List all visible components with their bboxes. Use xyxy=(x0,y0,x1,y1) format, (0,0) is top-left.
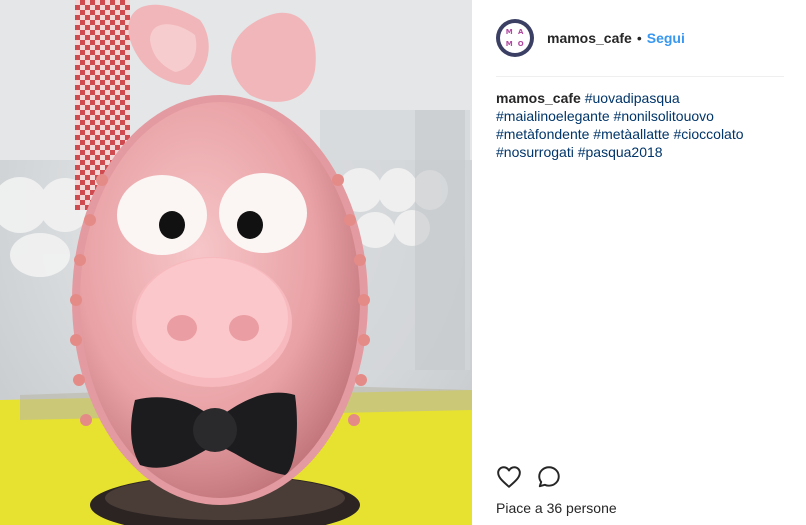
chocolate-pig-egg-image xyxy=(0,0,472,525)
hashtag-link[interactable]: #metàfondente xyxy=(496,126,589,142)
post-caption: mamos_cafe #uovadipasqua #maialinoelegan… xyxy=(496,89,776,161)
avatar-letter: M xyxy=(505,28,513,37)
separator-dot: • xyxy=(636,30,642,46)
avatar-logo: M A M O xyxy=(500,23,530,53)
hashtag-link[interactable]: #nosurrogati xyxy=(496,144,574,160)
post-photo[interactable] xyxy=(0,0,472,525)
username-link[interactable]: mamos_cafe xyxy=(547,30,632,46)
hashtag-link[interactable]: #cioccolato xyxy=(673,126,743,142)
header-divider xyxy=(496,76,784,77)
heart-icon[interactable] xyxy=(496,464,522,490)
post-header: M A M O mamos_cafe • Segui xyxy=(496,18,784,58)
caption-author-link[interactable]: mamos_cafe xyxy=(496,90,581,106)
post-actions xyxy=(496,464,562,490)
avatar-letter: M xyxy=(505,39,513,48)
avatar-letter: A xyxy=(518,28,524,37)
hashtag-link[interactable]: #metàallatte xyxy=(593,126,669,142)
follow-button[interactable]: Segui xyxy=(647,30,685,46)
comment-icon[interactable] xyxy=(536,464,562,490)
avatar[interactable]: M A M O xyxy=(496,19,534,57)
likes-count[interactable]: Piace a 36 persone xyxy=(496,500,617,516)
hashtag-link[interactable]: #uovadipasqua xyxy=(585,90,680,106)
post-sidebar: M A M O mamos_cafe • Segui mamos_cafe #u… xyxy=(472,0,806,525)
hashtag-link[interactable]: #pasqua2018 xyxy=(578,144,663,160)
hashtag-link[interactable]: #maialinoelegante xyxy=(496,108,610,124)
avatar-letter: O xyxy=(517,39,524,48)
hashtag-link[interactable]: #nonilsolitouovo xyxy=(614,108,714,124)
